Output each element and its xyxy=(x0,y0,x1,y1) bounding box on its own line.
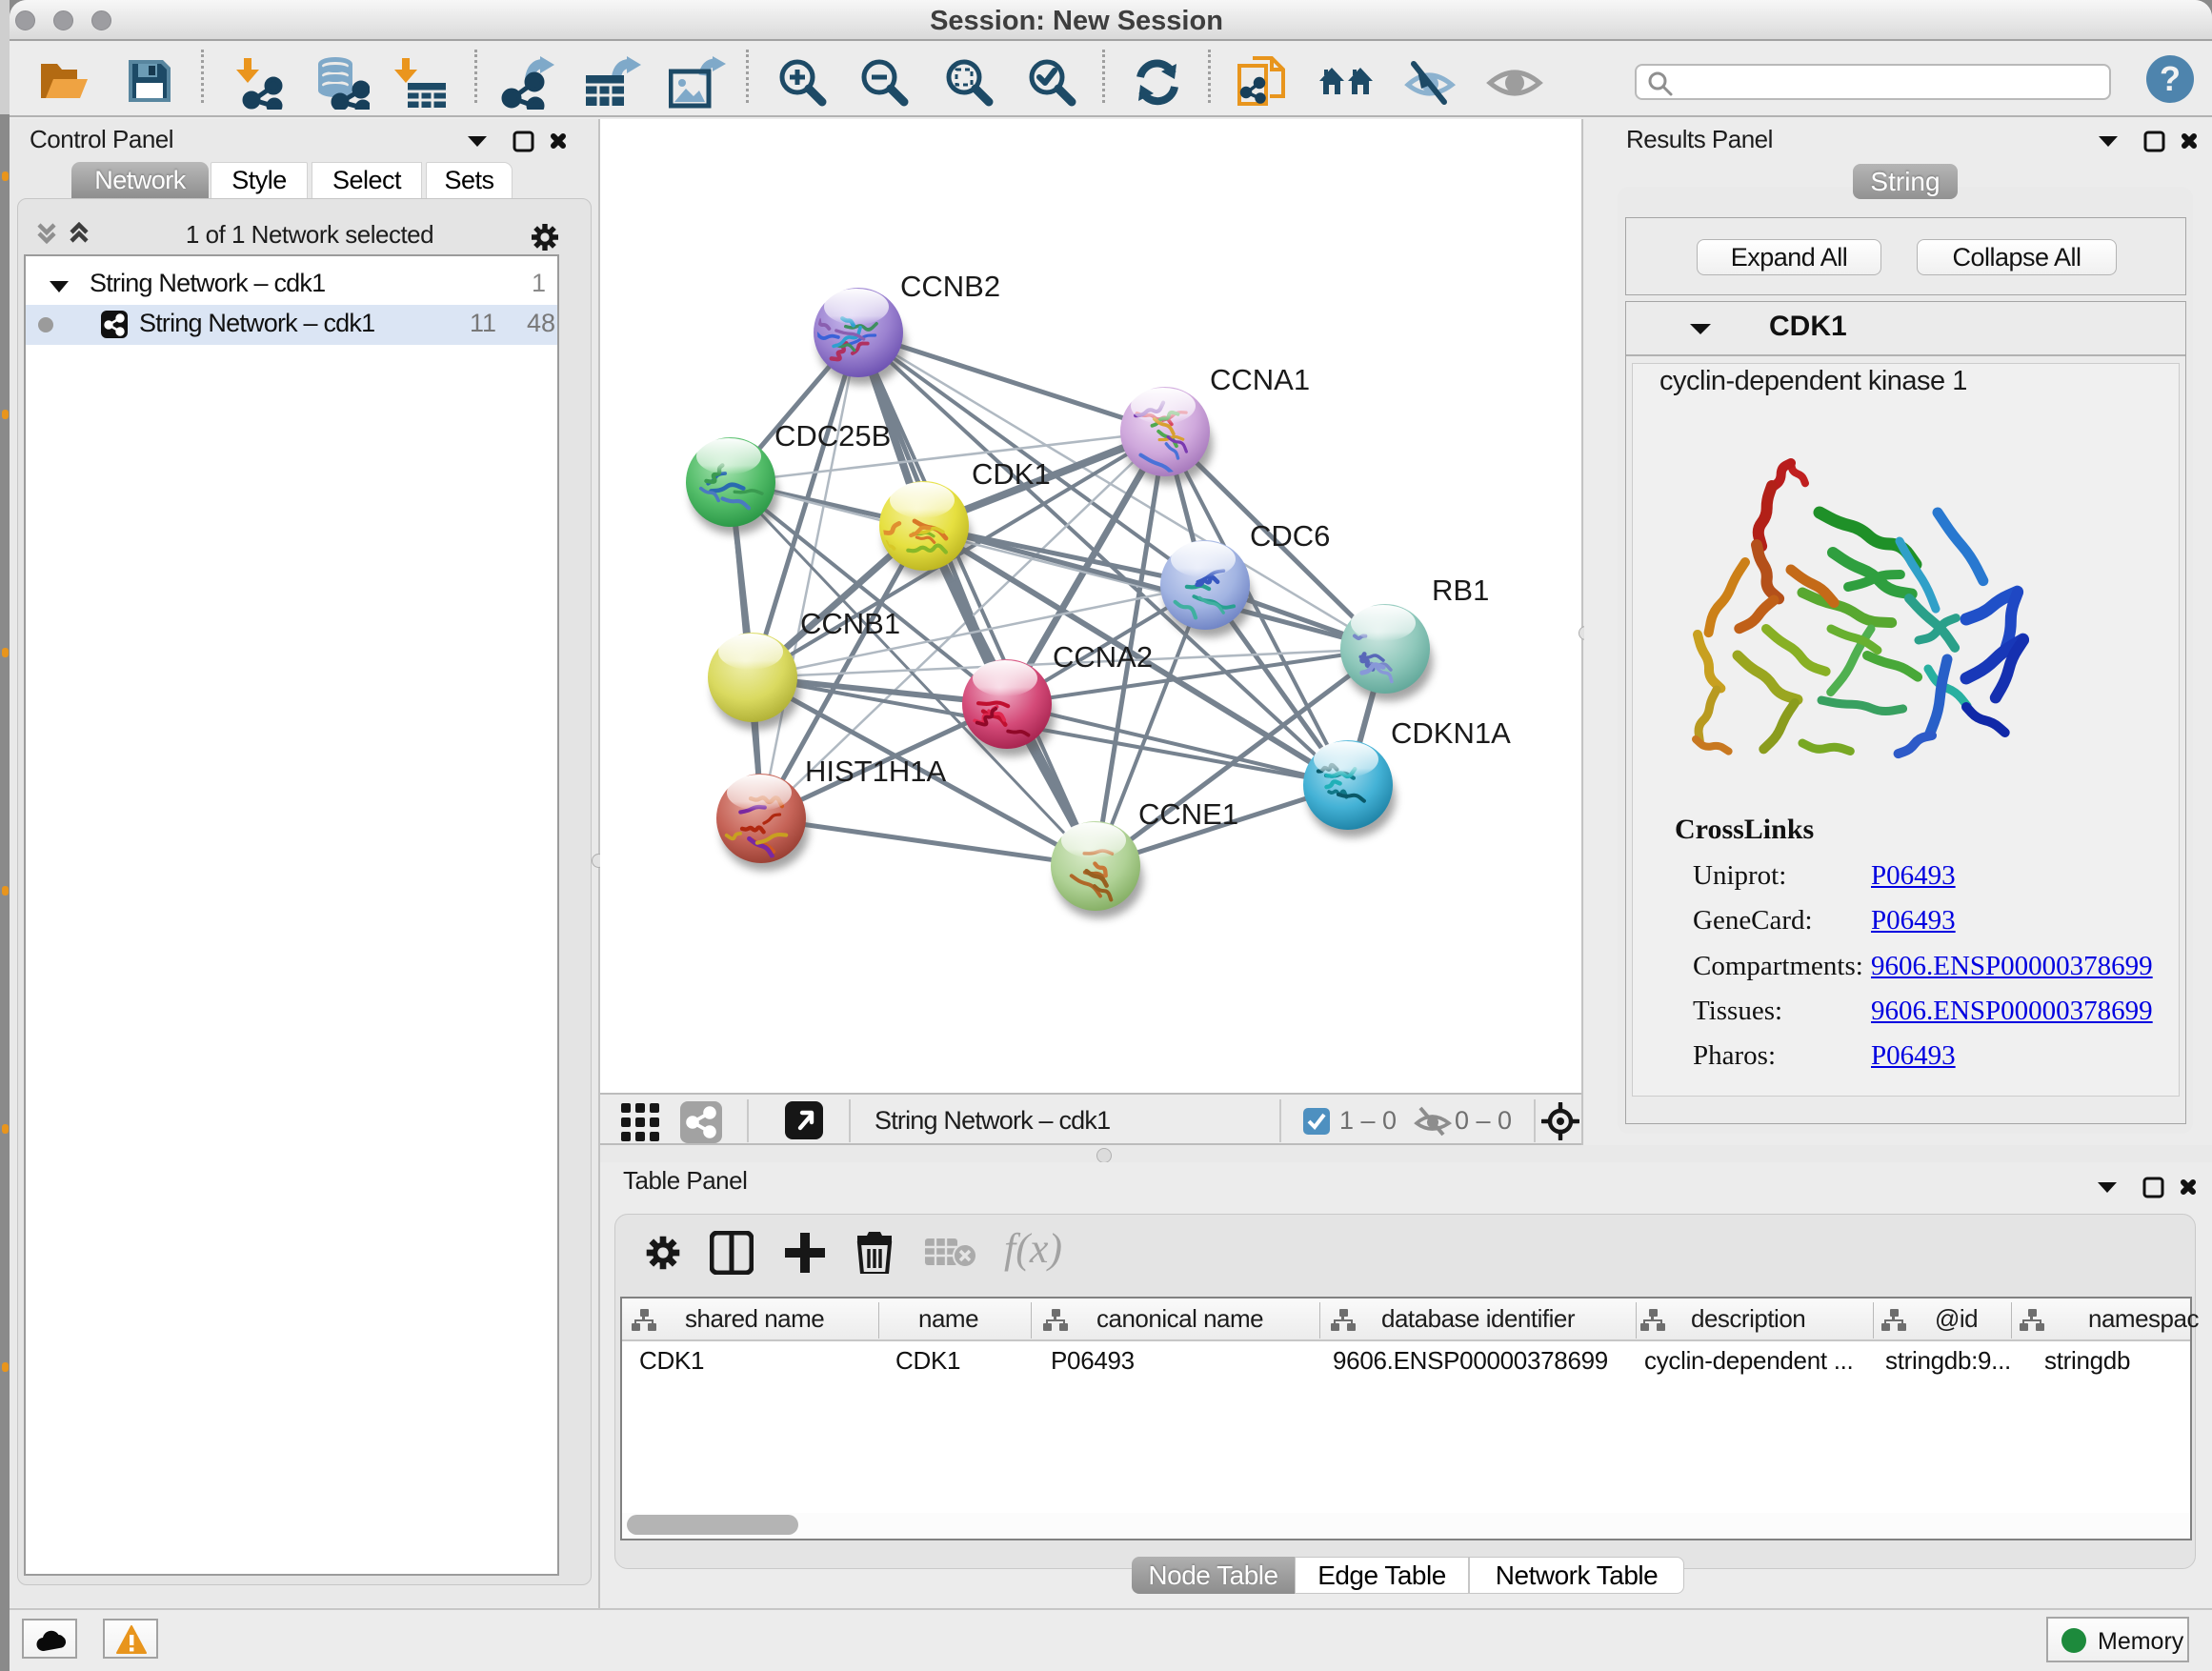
svg-text:?: ? xyxy=(2160,59,2181,98)
svg-text:CDC6: CDC6 xyxy=(1250,519,1330,553)
svg-text:CDKN1A: CDKN1A xyxy=(1391,716,1511,750)
svg-text:CCNA1: CCNA1 xyxy=(1210,363,1310,396)
svg-text:RB1: RB1 xyxy=(1432,574,1489,607)
svg-text:HIST1H1A: HIST1H1A xyxy=(805,755,946,788)
svg-text:CCNA2: CCNA2 xyxy=(1053,640,1153,674)
svg-text:CDC25B: CDC25B xyxy=(774,419,891,453)
svg-text:CCNE1: CCNE1 xyxy=(1138,797,1238,831)
svg-text:CCNB2: CCNB2 xyxy=(900,270,1000,303)
svg-text:CDK1: CDK1 xyxy=(972,457,1051,491)
svg-text:CCNB1: CCNB1 xyxy=(800,607,900,640)
